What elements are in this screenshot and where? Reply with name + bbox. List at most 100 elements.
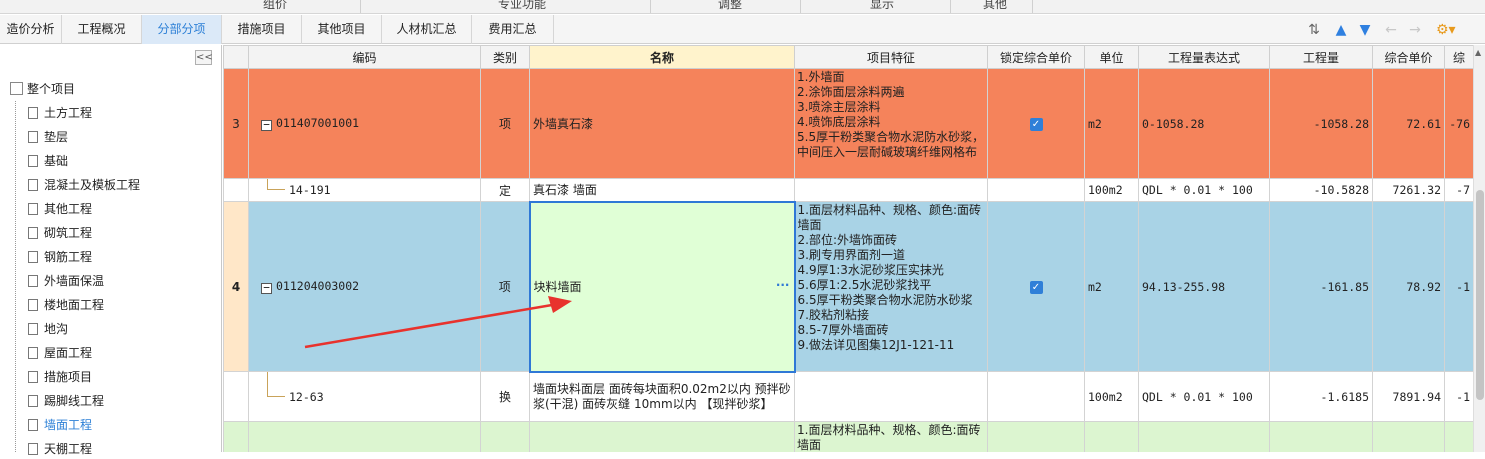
- settings-icon[interactable]: ⚙▾: [1436, 21, 1456, 39]
- code-cell[interactable]: 12-63: [248, 371, 481, 422]
- features-cell[interactable]: 1.外墙面 2.涂饰面层涂料两遍 3.喷涂主层涂料 4.喷饰底层涂料 5.5厚干粉类聚合…: [794, 68, 988, 179]
- tree-item[interactable]: 钢筋工程: [28, 247, 92, 267]
- locked-checkbox[interactable]: ✓: [1029, 281, 1043, 294]
- tree-item[interactable]: 踢脚线工程: [28, 391, 104, 411]
- unit-cell[interactable]: m2: [1084, 68, 1139, 179]
- name-cell[interactable]: 墙面块料面层 面砖每块面积0.02m2以内 预拌砂浆(干混) 面砖灰缝 10mm…: [529, 371, 795, 422]
- vertical-scrollbar[interactable]: ▲: [1473, 45, 1485, 452]
- sort-icon[interactable]: ⇅: [1305, 21, 1323, 39]
- header-qty-expr[interactable]: 工程量表达式: [1138, 45, 1270, 69]
- qty-cell[interactable]: [1269, 421, 1373, 452]
- header-unit[interactable]: 单位: [1084, 45, 1139, 69]
- qty-cell[interactable]: -161.85: [1269, 201, 1373, 372]
- header-code[interactable]: 编码: [248, 45, 481, 69]
- tree-root-all-project[interactable]: 整个项目: [10, 79, 75, 99]
- header-total[interactable]: 综: [1444, 45, 1473, 69]
- move-up-icon[interactable]: ▲: [1332, 21, 1350, 39]
- unit-price-cell[interactable]: [1372, 421, 1445, 452]
- type-cell[interactable]: 项: [480, 68, 530, 179]
- features-cell[interactable]: [794, 178, 988, 202]
- table-row[interactable]: 1.面层材料品种、规格、颜色:面砖墙面: [223, 421, 1473, 452]
- qty-expr-cell[interactable]: QDL * 0.01 * 100: [1138, 178, 1270, 202]
- qty-cell[interactable]: -1.6185: [1269, 371, 1373, 422]
- locked-price-cell[interactable]: ✓: [987, 68, 1085, 179]
- code-text: 12-63: [289, 389, 324, 404]
- scrollbar-thumb[interactable]: [1476, 190, 1484, 400]
- header-unit-price[interactable]: 综合单价: [1372, 45, 1445, 69]
- tree-item[interactable]: 墙面工程: [28, 415, 92, 435]
- collapse-row-icon[interactable]: −: [261, 119, 272, 131]
- code-cell[interactable]: 14-191: [248, 178, 481, 202]
- qty-expr-cell[interactable]: QDL * 0.01 * 100: [1138, 371, 1270, 422]
- type-cell[interactable]: 换: [480, 371, 530, 422]
- back-icon[interactable]: ←: [1382, 21, 1400, 39]
- unit-cell[interactable]: m2: [1084, 201, 1139, 372]
- features-cell[interactable]: 1.面层材料品种、规格、颜色:面砖墙面: [794, 421, 988, 452]
- tree-item[interactable]: 楼地面工程: [28, 295, 104, 315]
- table-row[interactable]: 3−011407001001 项外墙真石漆 1.外墙面 2.涂饰面层涂料两遍 3.喷涂主…: [223, 68, 1473, 179]
- type-cell[interactable]: 定: [480, 178, 530, 202]
- move-down-icon[interactable]: ▼: [1356, 21, 1374, 39]
- unit-price-cell[interactable]: 7891.94: [1372, 371, 1445, 422]
- locked-price-cell[interactable]: [987, 371, 1085, 422]
- qty-expr-cell[interactable]: 94.13-255.98: [1138, 201, 1270, 372]
- type-cell[interactable]: 项: [480, 201, 530, 372]
- ellipsis-icon[interactable]: ···: [776, 278, 790, 292]
- tab-other-items[interactable]: 其他项目: [302, 15, 382, 44]
- tree-item[interactable]: 土方工程: [28, 103, 92, 123]
- code-cell[interactable]: −011407001001: [248, 68, 481, 179]
- tab-sub-items[interactable]: 分部分项: [142, 15, 222, 44]
- name-cell[interactable]: 块料墙面 ···: [528, 200, 796, 373]
- tree-item[interactable]: 天棚工程: [28, 439, 92, 459]
- tree-item[interactable]: 屋面工程: [28, 343, 92, 363]
- scroll-up-icon[interactable]: ▲: [1475, 48, 1481, 57]
- header-locked-price[interactable]: 锁定综合单价: [987, 45, 1085, 69]
- qty-expr-cell[interactable]: 0-1058.28: [1138, 68, 1270, 179]
- tree-item[interactable]: 措施项目: [28, 367, 92, 387]
- table-row[interactable]: 12-63 换墙面块料面层 面砖每块面积0.02m2以内 预拌砂浆(干混) 面砖灰…: [223, 371, 1473, 422]
- name-cell[interactable]: [529, 421, 795, 452]
- tree-item[interactable]: 地沟: [28, 319, 68, 339]
- type-cell[interactable]: [480, 421, 530, 452]
- features-cell[interactable]: 1.面层材料品种、规格、颜色:面砖墙面 2.部位:外墙饰面砖 3.刷专用界面剂一道 4…: [794, 201, 988, 372]
- unit-price-cell[interactable]: 78.92: [1372, 201, 1445, 372]
- tab-cost-analysis[interactable]: 造价分析: [0, 15, 62, 44]
- tree-item[interactable]: 其他工程: [28, 199, 92, 219]
- name-cell[interactable]: 外墙真石漆: [529, 68, 795, 179]
- qty-cell[interactable]: -1058.28: [1269, 68, 1373, 179]
- qty-cell[interactable]: -10.5828: [1269, 178, 1373, 202]
- header-features[interactable]: 项目特征: [794, 45, 988, 69]
- unit-price-cell[interactable]: 7261.32: [1372, 178, 1445, 202]
- header-type[interactable]: 类别: [480, 45, 530, 69]
- locked-price-cell[interactable]: [987, 178, 1085, 202]
- collapse-row-icon[interactable]: −: [261, 282, 272, 294]
- tree-item-label: 垫层: [44, 130, 69, 144]
- collapse-panel-button[interactable]: <<: [195, 50, 213, 65]
- tree-item[interactable]: 外墙面保温: [28, 271, 104, 291]
- code-cell[interactable]: [248, 421, 481, 452]
- code-cell[interactable]: −011204003002: [248, 201, 481, 372]
- tab-project-overview[interactable]: 工程概况: [62, 15, 142, 44]
- table-row[interactable]: 4−011204003002 项块料墙面 ··· 1.面层材料品种、规格、颜色:面砖墙…: [223, 200, 1473, 373]
- locked-price-cell[interactable]: ✓: [987, 201, 1085, 372]
- header-qty[interactable]: 工程量: [1269, 45, 1373, 69]
- features-cell[interactable]: [794, 371, 988, 422]
- tab-fee-summary[interactable]: 费用汇总: [472, 15, 554, 44]
- name-cell[interactable]: 真石漆 墙面: [529, 178, 795, 202]
- tree-item[interactable]: 砌筑工程: [28, 223, 92, 243]
- header-name[interactable]: 名称: [529, 45, 795, 69]
- tab-labor-material-summary[interactable]: 人材机汇总: [382, 15, 472, 44]
- tree-item[interactable]: 混凝土及模板工程: [28, 175, 140, 195]
- forward-icon[interactable]: →: [1406, 21, 1424, 39]
- tree-item[interactable]: 基础: [28, 151, 68, 171]
- qty-expr-cell[interactable]: [1138, 421, 1270, 452]
- tab-measures[interactable]: 措施项目: [222, 15, 302, 44]
- unit-cell[interactable]: 100m2: [1084, 178, 1139, 202]
- unit-cell[interactable]: 100m2: [1084, 371, 1139, 422]
- locked-price-cell[interactable]: [987, 421, 1085, 452]
- locked-checkbox[interactable]: ✓: [1029, 118, 1043, 131]
- table-row[interactable]: 14-191 定真石漆 墙面 100m2 QDL * 0.01 * 100 -10.58…: [223, 178, 1473, 202]
- tree-item[interactable]: 垫层: [28, 127, 68, 147]
- unit-cell[interactable]: [1084, 421, 1139, 452]
- unit-price-cell[interactable]: 72.61: [1372, 68, 1445, 179]
